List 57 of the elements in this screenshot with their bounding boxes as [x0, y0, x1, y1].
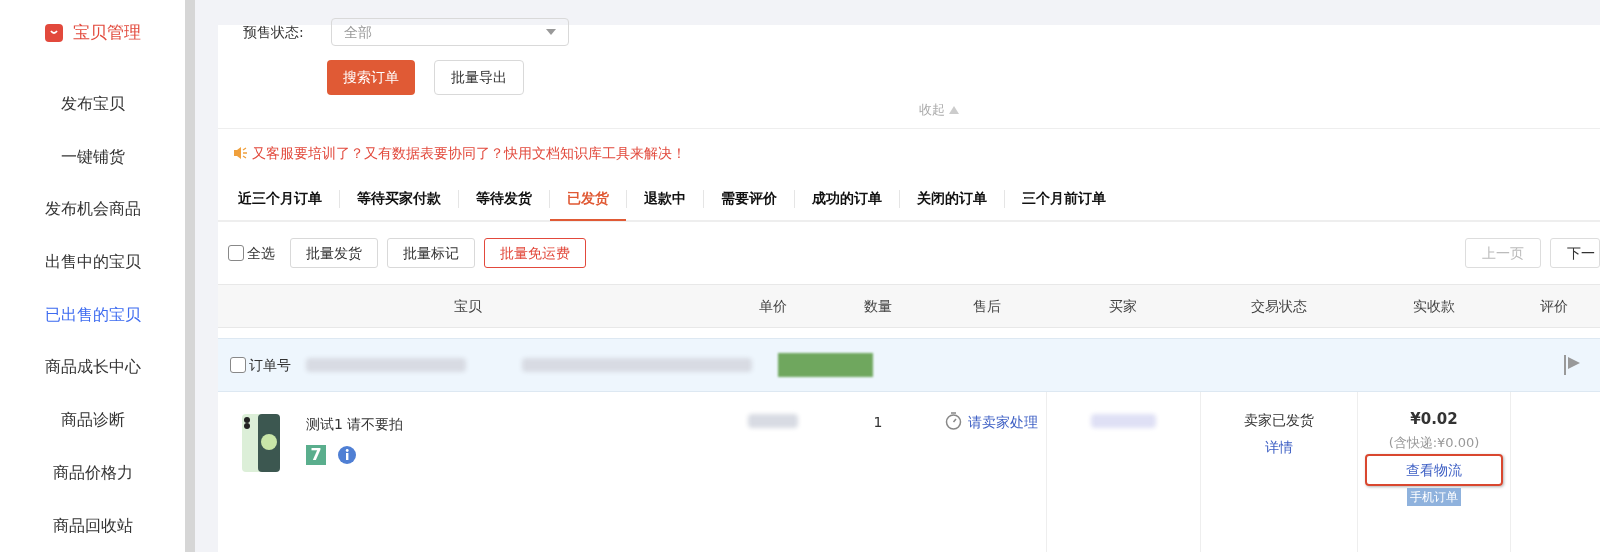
- redacted-text: [1091, 414, 1156, 428]
- item-title[interactable]: 测试1 请不要拍: [306, 414, 404, 435]
- order-tab[interactable]: 成功的订单: [795, 178, 899, 221]
- shipping-text: (含快递:¥0.00): [1388, 433, 1480, 452]
- notice-text: 又客服要培训了？又有数据表要协同了？快用文档知识库工具来解决！: [252, 143, 686, 163]
- sidebar-item[interactable]: 发布机会商品: [44, 182, 141, 236]
- sidebar-item[interactable]: 已出售的宝贝: [44, 288, 141, 342]
- detail-link[interactable]: 详情: [1265, 437, 1293, 458]
- order-tab[interactable]: 等待买家付款: [340, 178, 458, 221]
- sidebar-item[interactable]: 商品成长中心: [44, 341, 141, 394]
- order-tab[interactable]: 三个月前订单: [1005, 178, 1123, 221]
- export-button[interactable]: 批量导出: [434, 60, 524, 95]
- order-number-label: 订单号: [249, 355, 291, 375]
- after-sale-link[interactable]: 请卖家处理: [968, 412, 1038, 433]
- stopwatch-icon: [945, 412, 962, 430]
- column-header: 售后: [973, 296, 1001, 316]
- sidebar-item[interactable]: 出售中的宝贝: [44, 235, 141, 289]
- info-icon: [338, 446, 356, 464]
- speaker-icon: [233, 146, 248, 160]
- sidebar-header: 宝贝管理: [72, 21, 141, 44]
- sidebar-item[interactable]: 商品价格力: [52, 446, 133, 500]
- column-header: 宝贝: [454, 296, 482, 316]
- order-tab[interactable]: 近三个月订单: [221, 178, 339, 221]
- column-header: 数量: [864, 296, 892, 316]
- order-tab[interactable]: 需要评价: [704, 178, 794, 221]
- batch-button[interactable]: 批量发货: [290, 238, 378, 268]
- order-tab[interactable]: 退款中: [627, 178, 703, 221]
- mobile-order-tag: 手机订单: [1407, 488, 1461, 506]
- flag-icon: [1564, 355, 1580, 375]
- column-header: 评价: [1540, 296, 1568, 316]
- search-button[interactable]: 搜索订单: [327, 60, 415, 95]
- select-all-label: 全选: [247, 243, 275, 263]
- return-badge: 7: [306, 445, 326, 465]
- bag-icon: [44, 23, 63, 42]
- next-page-button[interactable]: 下一: [1550, 238, 1600, 268]
- sidebar-item[interactable]: 商品诊断: [60, 393, 125, 447]
- trade-status-text: 卖家已发货: [1244, 411, 1314, 430]
- column-header: 交易状态: [1250, 296, 1307, 316]
- order-checkbox[interactable]: [230, 357, 246, 373]
- order-tab[interactable]: 关闭的订单: [900, 178, 1004, 221]
- amount-text: ¥0.02: [1410, 409, 1458, 430]
- column-header: 买家: [1109, 296, 1137, 316]
- select-all-checkbox[interactable]: [228, 245, 244, 261]
- column-header: 实收款: [1412, 296, 1455, 316]
- sidebar-item[interactable]: 商品回收站: [52, 499, 133, 552]
- caret-icon: [546, 29, 556, 35]
- order-tab[interactable]: 等待发货: [459, 178, 549, 221]
- sidebar-item[interactable]: 发布宝贝: [60, 77, 125, 131]
- batch-button[interactable]: 批量标记: [387, 238, 475, 268]
- redacted-text: [748, 414, 798, 428]
- logistics-link[interactable]: 查看物流: [1406, 459, 1462, 481]
- filter-label: 预售状态:: [243, 22, 305, 42]
- batch-button[interactable]: 批量免运费: [484, 238, 586, 268]
- column-header: 单价: [759, 296, 787, 316]
- sidebar-item[interactable]: 一键铺货: [60, 130, 125, 183]
- quantity-text: 1: [873, 413, 883, 432]
- triangle-up-icon: [949, 106, 959, 114]
